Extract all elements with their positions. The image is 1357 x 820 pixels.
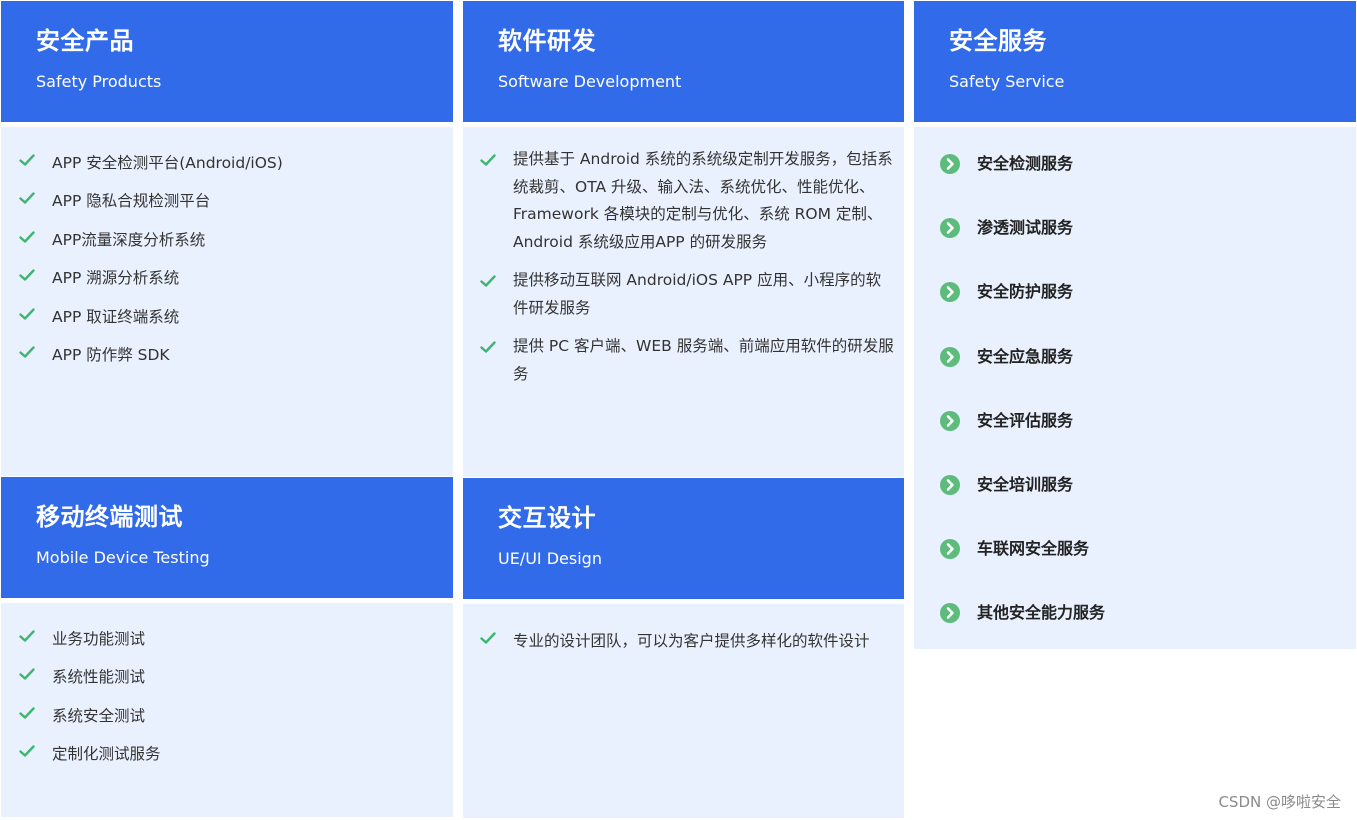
chevron-circle-icon: [940, 282, 960, 303]
safety-service-title: 安全服务: [949, 27, 1047, 55]
safety-service-body: 安全检测服务 渗透测试服务 安全防护服务 安全应急服务 安全评估服务 安全培训服…: [914, 127, 1356, 649]
check-icon: [19, 307, 35, 320]
check-icon: [19, 745, 35, 757]
software-development-body: 提供基于 Android 系统的系统级定制开发服务，包括系统裁剪、OTA 升级、…: [463, 127, 904, 477]
safety-products-title: 安全产品: [36, 27, 134, 55]
ui-design-subtitle: UE/UI Design: [498, 549, 602, 568]
check-icon: [19, 269, 35, 281]
list-item-label: 安全培训服务: [977, 474, 1074, 494]
check-icon: [480, 341, 496, 353]
check-icon: [480, 632, 496, 644]
list-item-label: APP 安全检测平台(Android/iOS): [52, 154, 283, 172]
list-item-label: 提供 PC 客户端、WEB 服务端、前端应用软件的研发服务: [513, 337, 894, 383]
safety-service-subtitle: Safety Service: [949, 72, 1065, 91]
list-item-label: 安全应急服务: [977, 346, 1074, 366]
check-icon: [19, 630, 35, 642]
list-item-label: 系统安全测试: [52, 706, 146, 725]
check-icon: [480, 275, 496, 287]
list-item-label: APP 隐私合规检测平台: [52, 192, 211, 211]
safety-service-header: 安全服务 Safety Service: [914, 1, 1356, 122]
list-item-label: 渗透测试服务: [977, 218, 1074, 238]
software-development-subtitle: Software Development: [498, 72, 682, 91]
safety-products-header: 安全产品 Safety Products: [1, 1, 453, 122]
list-item-label: APP流量深度分析系统: [52, 230, 206, 249]
chevron-circle-icon: [940, 154, 960, 174]
list-item: 提供基于 Android 系统的系统级定制开发服务，包括系统裁剪、OTA 升级、…: [480, 146, 895, 256]
mobile-testing-title: 移动终端测试: [36, 503, 183, 531]
ui-design-body: 专业的设计团队，可以为客户提供多样化的软件设计: [463, 604, 904, 818]
chevron-circle-icon: [940, 410, 960, 431]
software-development-list: 提供基于 Android 系统的系统级定制开发服务，包括系统裁剪、OTA 升级、…: [480, 146, 895, 388]
list-item: 提供移动互联网 Android/iOS APP 应用、小程序的软件研发服务: [480, 267, 895, 322]
list-item-label: 系统性能测试: [52, 668, 146, 687]
chevron-circle-icon: [940, 218, 960, 239]
list-item-label: 业务功能测试: [52, 630, 146, 648]
list-item-label: 安全检测服务: [977, 154, 1074, 173]
mobile-testing-header: 移动终端测试 Mobile Device Testing: [1, 477, 453, 598]
list-item-label: APP 取证终端系统: [52, 307, 180, 326]
list-item-label: 提供基于 Android 系统的系统级定制开发服务，包括系统裁剪、OTA 升级、…: [513, 150, 893, 251]
chevron-circle-icon: [940, 474, 960, 495]
ui-design-header: 交互设计 UE/UI Design: [463, 478, 904, 599]
check-icon: [480, 154, 496, 166]
mobile-testing-subtitle: Mobile Device Testing: [36, 548, 210, 567]
list-item-label: 提供移动互联网 Android/iOS APP 应用、小程序的软件研发服务: [513, 271, 882, 317]
ui-design-title: 交互设计: [498, 504, 596, 532]
csdn-watermark: CSDN @哆啦安全: [1218, 793, 1341, 811]
check-icon: [19, 707, 35, 719]
list-item-label: APP 防作弊 SDK: [52, 345, 170, 364]
software-development-title: 软件研发: [498, 27, 596, 55]
services-grid: 安全产品 Safety Products APP 安全检测平台(Android/…: [0, 0, 1357, 820]
software-development-header: 软件研发 Software Development: [463, 1, 904, 122]
list-item-label: 定制化测试服务: [52, 745, 161, 764]
chevron-circle-icon: [940, 603, 960, 624]
check-icon: [19, 192, 35, 205]
check-icon: [19, 668, 35, 681]
check-icon: [19, 346, 35, 358]
list-item-label: APP 溯源分析系统: [52, 269, 180, 288]
safety-products-body: APP 安全检测平台(Android/iOS) APP 隐私合规检测平台 APP…: [1, 127, 453, 476]
check-icon: [19, 154, 35, 166]
chevron-circle-icon: [940, 346, 960, 367]
list-item-label: 其他安全能力服务: [977, 603, 1106, 623]
list-item-label: 专业的设计团队，可以为客户提供多样化的软件设计: [513, 632, 870, 650]
list-item-label: 安全评估服务: [977, 410, 1074, 430]
list-item-label: 安全防护服务: [977, 282, 1074, 302]
list-item: 提供 PC 客户端、WEB 服务端、前端应用软件的研发服务: [480, 333, 895, 388]
safety-products-subtitle: Safety Products: [36, 72, 162, 91]
chevron-circle-icon: [940, 539, 960, 560]
check-icon: [19, 231, 35, 243]
mobile-testing-body: 业务功能测试 系统性能测试 系统安全测试 定制化测试服务: [1, 603, 453, 817]
list-item-label: 车联网安全服务: [977, 539, 1090, 559]
